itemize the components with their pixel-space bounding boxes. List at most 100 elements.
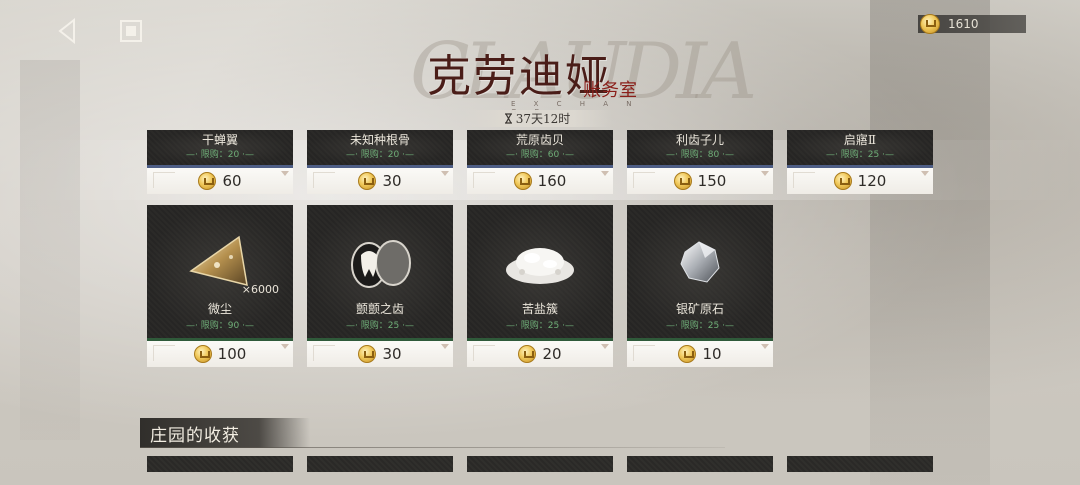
shop-item-card[interactable]: 未知种根骨 —· 限购：20 ·— 30 [307,130,453,194]
shop-item-card-partial[interactable] [307,456,453,472]
price-bar-ornament [633,345,655,361]
buy-button[interactable]: 150 [627,168,773,194]
item-price: 150 [697,172,727,190]
background-pillar [870,0,990,485]
shop-item-card[interactable]: 颤颤之齿 —· 限购：25 ·— 30 [307,205,453,367]
coin-icon [193,345,212,363]
corner-marker-icon [281,171,289,176]
item-limit: —· 限购：20 ·— [346,150,414,160]
item-name: 未知种根骨 [349,133,410,147]
shop-item-card[interactable]: 苦盐簇 —· 限购：25 ·— 20 [467,205,613,367]
item-image [307,233,453,293]
item-name: 荒原齿贝 [515,133,564,147]
section-divider [140,447,725,448]
shop-item-card[interactable]: ×6000 微尘 —· 限购：90 ·— 100 [147,205,293,367]
item-panel: 荒原齿贝 —· 限购：60 ·— [467,130,613,168]
coin-icon [920,14,940,34]
item-quantity: ×6000 [241,283,279,296]
coin-icon [678,345,697,363]
coin-icon [518,345,537,363]
salt-pile-icon [506,248,574,284]
item-name: 苦盐簇 [521,302,558,316]
buy-button[interactable]: 60 [147,168,293,194]
corner-marker-icon [441,344,449,349]
silver-ore-icon [680,241,720,283]
item-image [627,233,773,293]
price-bar-ornament [153,172,175,188]
corner-marker-icon [601,171,609,176]
shop-item-card-partial[interactable] [787,456,933,472]
coin-icon [358,172,377,190]
shop-item-card-partial[interactable] [147,456,293,472]
item-price: 160 [537,172,567,190]
currency-display: 1610 [918,14,1026,34]
price-bar-ornament [153,345,175,361]
item-panel: 苦盐簇 —· 限购：25 ·— [467,205,613,341]
item-price: 20 [542,345,562,363]
buy-button[interactable]: 160 [467,168,613,194]
coin-icon [513,172,532,190]
buy-button[interactable]: 120 [787,168,933,194]
item-name: 微尘 [207,302,232,316]
section-title: 庄园的收获 [150,425,240,446]
price-bar-ornament [473,345,495,361]
tooth-locket-icon [351,240,411,288]
item-image [467,233,613,293]
item-name: 颤颤之齿 [355,302,404,316]
shop-item-card[interactable]: 利齿子儿 —· 限购：80 ·— 150 [627,130,773,194]
buy-button[interactable]: 100 [147,341,293,367]
shop-item-card-partial[interactable] [467,456,613,472]
item-price: 60 [222,172,242,190]
item-limit: —· 限购：60 ·— [506,150,574,160]
price-bar-ornament [473,172,495,188]
item-panel: 颤颤之齿 —· 限购：25 ·— [307,205,453,341]
item-name: 启寤Ⅱ [843,133,877,147]
item-panel: ×6000 微尘 —· 限购：90 ·— [147,205,293,341]
section-header: 庄园的收获 [140,418,310,448]
currency-amount: 1610 [948,17,979,31]
shop-item-card-partial[interactable] [627,456,773,472]
item-panel: 干蝉翼 —· 限购：20 ·— [147,130,293,168]
item-panel: 银矿原石 —· 限购：25 ·— [627,205,773,341]
shop-item-card[interactable]: 银矿原石 —· 限购：25 ·— 10 [627,205,773,367]
item-limit: —· 限购：20 ·— [186,150,254,160]
item-price: 30 [382,172,402,190]
item-limit: —· 限购：90 ·— [186,321,254,331]
buy-button[interactable]: 30 [307,168,453,194]
buy-button[interactable]: 10 [627,341,773,367]
item-name: 干蝉翼 [201,133,238,147]
item-price: 120 [857,172,887,190]
home-button[interactable] [117,17,145,45]
price-bar-ornament [633,172,655,188]
item-limit: —· 限购：25 ·— [826,150,894,160]
buy-button[interactable]: 30 [307,341,453,367]
shop-item-card[interactable]: 荒原齿贝 —· 限购：60 ·— 160 [467,130,613,194]
coin-icon [198,172,217,190]
timer-text: 37天12时 [515,112,571,126]
item-price: 10 [702,345,722,363]
price-bar-ornament [793,172,815,188]
back-arrow-icon [58,18,75,44]
buy-button[interactable]: 20 [467,341,613,367]
price-bar-ornament [313,172,335,188]
background-pillar [20,60,80,440]
item-panel: 未知种根骨 —· 限购：20 ·— [307,130,453,168]
item-name: 银矿原石 [675,302,724,316]
shop-item-card[interactable]: 干蝉翼 —· 限购：20 ·— 60 [147,130,293,194]
coin-icon [358,345,377,363]
item-limit: —· 限购：25 ·— [666,321,734,331]
corner-marker-icon [441,171,449,176]
item-panel: 利齿子儿 —· 限购：80 ·— [627,130,773,168]
price-bar-ornament [313,345,335,361]
coin-icon [833,172,852,190]
refresh-timer: 37天12时 [462,110,612,127]
corner-marker-icon [761,171,769,176]
corner-marker-icon [761,344,769,349]
item-limit: —· 限购：80 ·— [666,150,734,160]
home-square-icon [120,20,142,42]
shop-item-card[interactable]: 启寤Ⅱ —· 限购：25 ·— 120 [787,130,933,194]
back-button[interactable] [50,14,84,48]
item-limit: —· 限购：25 ·— [346,321,414,331]
corner-marker-icon [601,344,609,349]
item-panel: 启寤Ⅱ —· 限购：25 ·— [787,130,933,168]
